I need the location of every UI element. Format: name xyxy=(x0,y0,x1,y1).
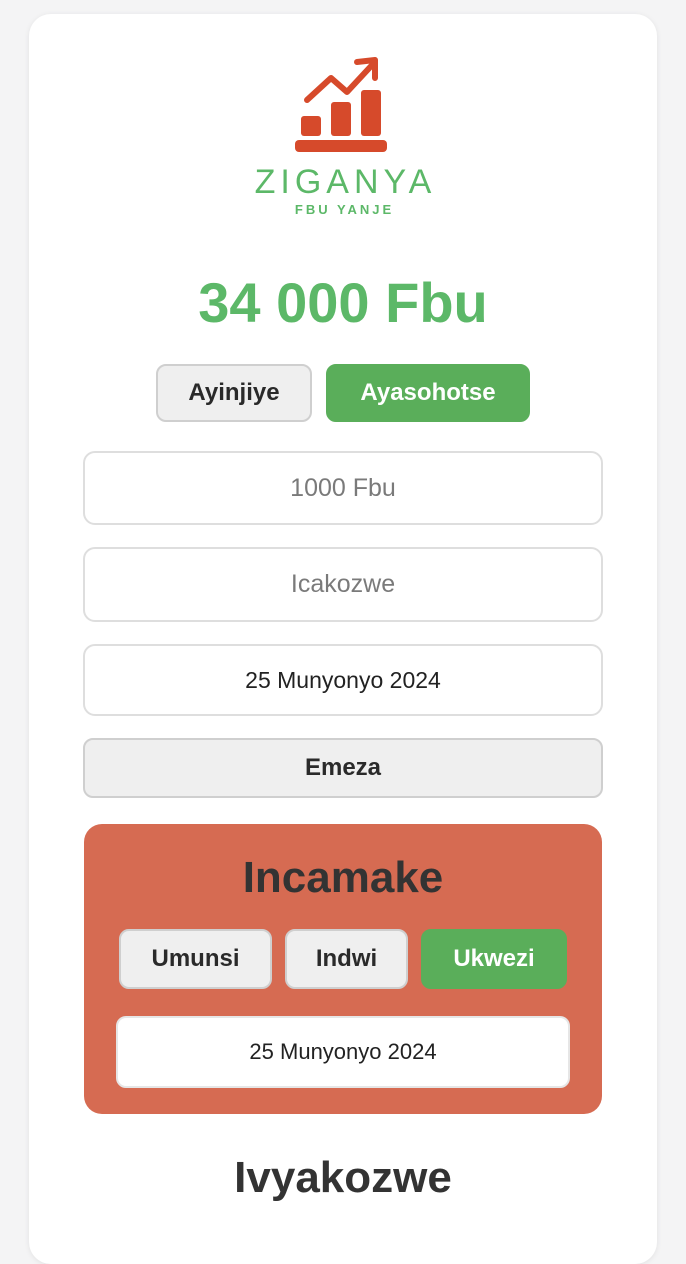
description-field[interactable] xyxy=(83,547,603,622)
balance-amount: 34 000 Fbu xyxy=(198,271,488,334)
summary-title: Incamake xyxy=(242,853,444,902)
rising-bar-chart-icon xyxy=(295,57,387,152)
period-month-button[interactable]: Ukwezi xyxy=(421,929,567,989)
amount-field[interactable] xyxy=(83,451,603,525)
toggle-expense-button[interactable]: Ayasohotse xyxy=(326,364,530,422)
submit-button[interactable]: Emeza xyxy=(83,738,603,798)
description-input[interactable] xyxy=(85,569,601,600)
summary-panel: Incamake Umunsi Indwi Ukwezi 25 Munyonyo… xyxy=(84,824,602,1114)
date-value: 25 Munyonyo 2024 xyxy=(245,666,441,693)
date-field[interactable]: 25 Munyonyo 2024 xyxy=(83,644,603,716)
summary-date-field[interactable]: 25 Munyonyo 2024 xyxy=(116,1016,570,1088)
amount-input[interactable] xyxy=(85,472,601,504)
brand-name: ZIGANYA xyxy=(254,163,437,201)
toggle-income-button[interactable]: Ayinjiye xyxy=(156,364,312,422)
brand-tagline: FBU YANJE xyxy=(294,202,395,217)
period-day-button[interactable]: Umunsi xyxy=(119,929,272,989)
period-week-button[interactable]: Indwi xyxy=(285,929,408,989)
summary-date-value: 25 Munyonyo 2024 xyxy=(249,1039,437,1064)
app-logo: ZIGANYA FBU YANJE xyxy=(0,56,686,217)
history-title: Ivyakozwe xyxy=(234,1153,452,1202)
